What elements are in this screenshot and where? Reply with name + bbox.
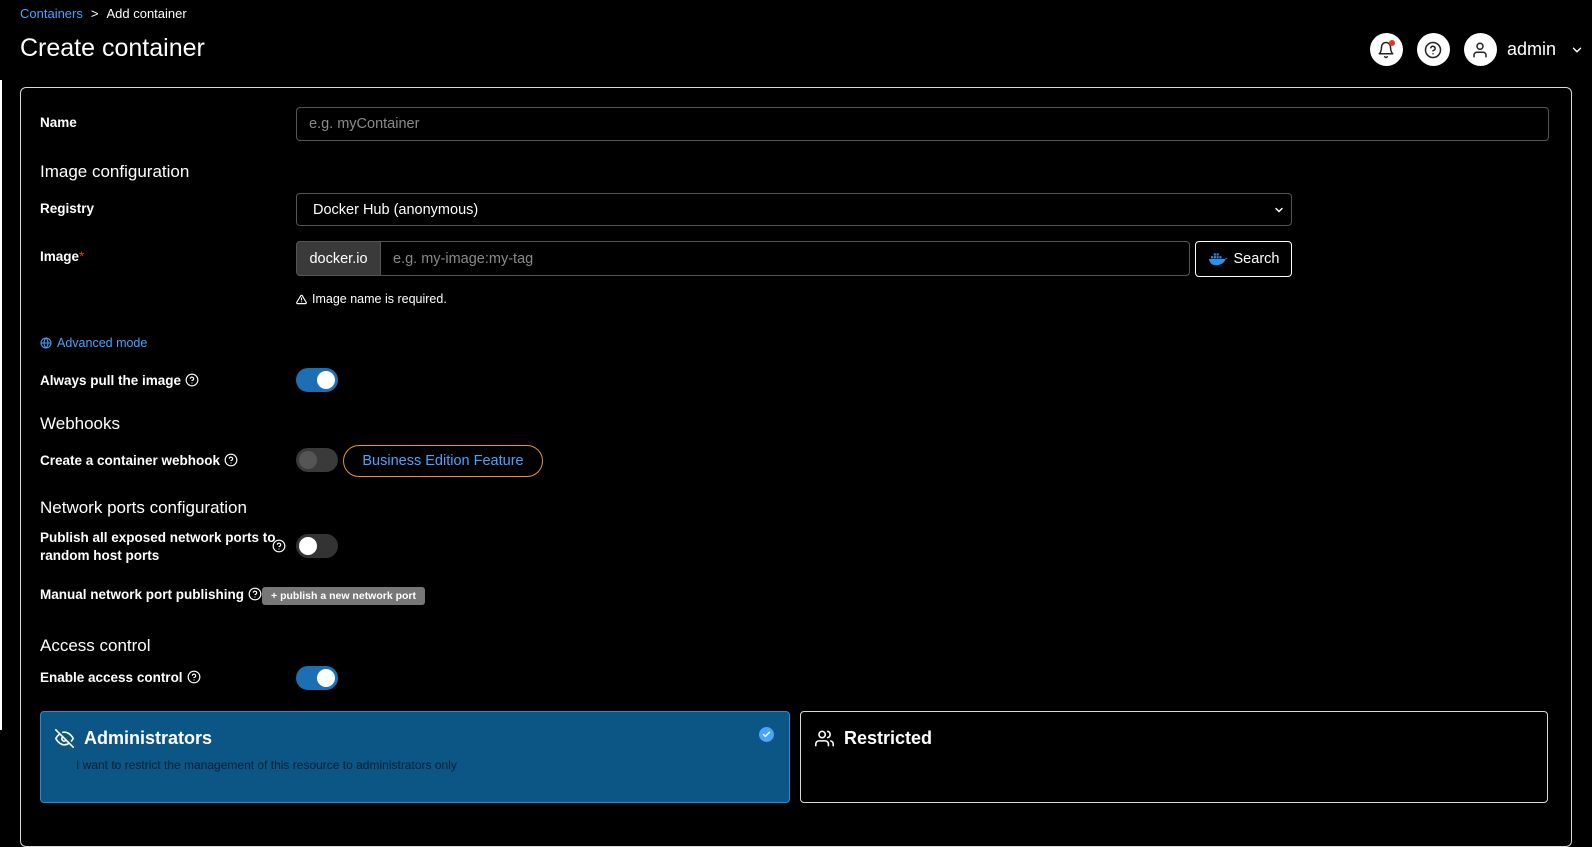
help-circle-icon[interactable] xyxy=(185,373,199,387)
registry-label: Registry xyxy=(40,201,95,216)
breadcrumb: Containers > Add container xyxy=(20,6,187,21)
globe-icon xyxy=(40,337,52,349)
publish-all-toggle[interactable] xyxy=(296,534,338,558)
advanced-mode-link[interactable]: Advanced mode xyxy=(40,336,147,350)
publish-new-port-label: publish a new network port xyxy=(280,590,417,602)
image-input[interactable] xyxy=(380,241,1190,276)
help-circle-icon[interactable] xyxy=(187,670,201,684)
toggle-knob xyxy=(299,537,317,555)
publish-new-port-button[interactable]: + publish a new network port xyxy=(262,587,425,605)
always-pull-label: Always pull the image xyxy=(40,373,199,388)
manual-publish-label: Manual network port publishing xyxy=(40,587,262,602)
image-label-text: Image xyxy=(40,249,80,264)
search-button-label: Search xyxy=(1233,251,1280,267)
image-search-button[interactable]: Search xyxy=(1195,241,1292,277)
user-icon xyxy=(1473,42,1488,57)
webhook-label: Create a container webhook xyxy=(40,453,238,468)
restricted-option-card[interactable]: Restricted xyxy=(800,711,1548,803)
administrators-title-text: Administrators xyxy=(84,728,213,748)
access-control-text: Enable access control xyxy=(40,670,183,685)
help-circle-icon xyxy=(1425,41,1442,58)
always-pull-text: Always pull the image xyxy=(40,373,182,388)
notifications-button[interactable] xyxy=(1369,33,1403,66)
access-control-heading: Access control xyxy=(40,636,151,655)
chevron-down-icon[interactable] xyxy=(1570,43,1584,57)
chevron-down-icon xyxy=(1275,207,1283,213)
breadcrumb-current: Add container xyxy=(106,6,187,21)
left-divider xyxy=(0,80,2,730)
image-label: Image* xyxy=(40,249,84,264)
name-input[interactable] xyxy=(296,107,1549,141)
registry-select[interactable]: Docker Hub (anonymous) xyxy=(296,193,1292,226)
administrators-option-card[interactable]: Administrators I want to restrict the ma… xyxy=(40,711,790,803)
help-circle-icon[interactable] xyxy=(248,587,262,601)
advanced-mode-text: Advanced mode xyxy=(57,336,148,350)
required-asterisk: * xyxy=(79,249,85,264)
header-actions: admin xyxy=(1369,33,1584,66)
webhook-label-text: Create a container webhook xyxy=(40,453,221,468)
always-pull-toggle[interactable] xyxy=(296,368,338,392)
publish-all-label-line1: Publish all exposed network ports to xyxy=(40,530,276,545)
checkmark-icon xyxy=(762,731,771,738)
help-circle-icon[interactable] xyxy=(224,453,238,467)
plus-icon: + xyxy=(270,590,278,602)
administrators-description: I want to restrict the management of thi… xyxy=(76,758,457,772)
eye-off-icon xyxy=(55,729,74,748)
access-control-label: Enable access control xyxy=(40,670,201,685)
access-control-toggle[interactable] xyxy=(296,666,338,690)
toggle-knob xyxy=(299,451,317,469)
administrators-title: Administrators xyxy=(55,728,212,749)
publish-all-label-line2: random host ports xyxy=(40,548,160,563)
registry-selected-value: Docker Hub (anonymous) xyxy=(313,201,479,218)
manual-publish-text: Manual network port publishing xyxy=(40,587,244,602)
image-error-message: Image name is required. xyxy=(296,292,447,306)
user-avatar[interactable] xyxy=(1463,33,1497,66)
webhooks-heading: Webhooks xyxy=(40,414,121,433)
restricted-title-text: Restricted xyxy=(844,728,933,748)
page-title: Create container xyxy=(20,34,205,62)
notification-dot xyxy=(1388,40,1395,46)
help-circle-icon[interactable] xyxy=(272,539,286,553)
breadcrumb-separator: > xyxy=(90,6,99,21)
name-label: Name xyxy=(40,115,77,130)
users-icon xyxy=(815,730,834,747)
help-button[interactable] xyxy=(1416,33,1450,66)
publish-all-label: Publish all exposed network ports to rand… xyxy=(40,529,276,565)
toggle-knob xyxy=(317,371,335,389)
toggle-knob xyxy=(317,669,335,687)
selected-check-icon xyxy=(759,727,774,742)
webhook-toggle xyxy=(296,448,338,472)
top-bar: Containers > Add container Create contai… xyxy=(0,0,1592,82)
image-error-text: Image name is required. xyxy=(312,292,447,306)
docker-whale-icon xyxy=(1208,253,1227,266)
image-registry-prefix: docker.io xyxy=(296,241,381,276)
image-config-heading: Image configuration xyxy=(40,162,190,181)
warning-triangle-icon xyxy=(296,294,307,304)
user-name[interactable]: admin xyxy=(1507,39,1556,60)
network-ports-heading: Network ports configuration xyxy=(40,498,247,517)
business-edition-badge[interactable]: Business Edition Feature xyxy=(343,445,543,477)
breadcrumb-containers-link[interactable]: Containers xyxy=(20,6,83,21)
restricted-title: Restricted xyxy=(815,728,932,749)
